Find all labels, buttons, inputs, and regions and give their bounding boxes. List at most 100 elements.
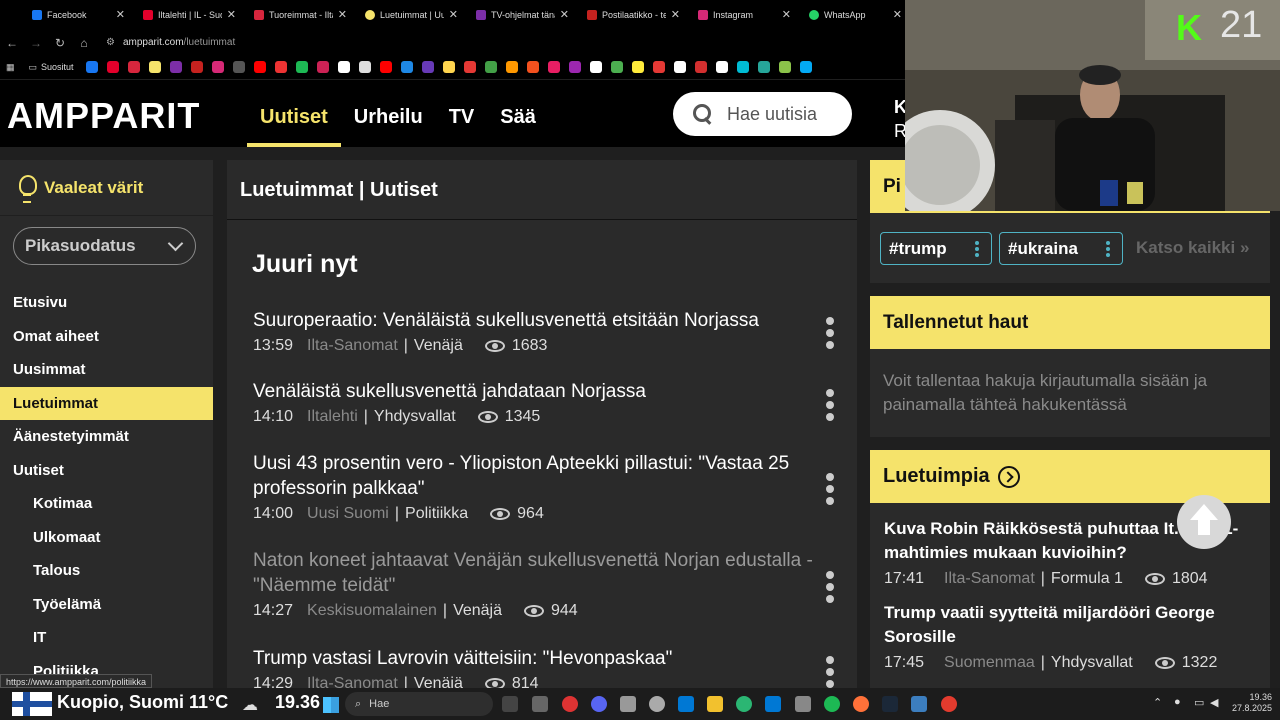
- home-icon[interactable]: ⌂: [72, 36, 96, 50]
- bookmark-icon[interactable]: [232, 61, 245, 73]
- tab-ilta-sanomat[interactable]: Tuoreimmat - Ilta ✕: [242, 0, 353, 30]
- app-icon[interactable]: [562, 696, 578, 712]
- bookmark-icon[interactable]: [337, 61, 350, 73]
- close-icon[interactable]: ✕: [338, 8, 347, 21]
- sidebar-item-uutiset[interactable]: Uutiset: [0, 454, 213, 488]
- article-source[interactable]: Uusi Suomi: [307, 505, 389, 523]
- article-category[interactable]: Politiikka: [405, 505, 468, 523]
- bookmark-icon[interactable]: [274, 61, 287, 73]
- close-icon[interactable]: ✕: [227, 8, 236, 21]
- bookmark-icon[interactable]: [715, 61, 728, 73]
- bookmark-icon[interactable]: [253, 61, 266, 73]
- tab-whatsapp[interactable]: WhatsApp ✕: [797, 0, 908, 30]
- tab-tv-ohjelmat[interactable]: TV-ohjelmat tänä ✕: [464, 0, 575, 30]
- system-clock[interactable]: 19.36 27.8.2025: [1226, 692, 1272, 714]
- forward-icon[interactable]: →: [24, 36, 48, 50]
- tag-trump[interactable]: #trump: [880, 232, 992, 265]
- search-input[interactable]: Hae uutisia: [673, 92, 852, 136]
- steam-icon[interactable]: [882, 696, 898, 712]
- article-title[interactable]: Venäläistä sukellusvenettä jahdataan Nor…: [253, 379, 813, 404]
- bookmark-icon[interactable]: [148, 61, 161, 73]
- bookmark-icon[interactable]: [757, 61, 770, 73]
- bookmark-icon[interactable]: [379, 61, 392, 73]
- firefox-icon[interactable]: [853, 696, 869, 712]
- nav-tv[interactable]: TV: [436, 80, 488, 147]
- more-options-icon[interactable]: [1106, 241, 1110, 259]
- bookmark-icon[interactable]: [547, 61, 560, 73]
- microphone-icon[interactable]: ●: [1174, 696, 1181, 708]
- bookmark-icon[interactable]: [505, 61, 518, 73]
- bookmark-icon[interactable]: [610, 61, 623, 73]
- bookmark-icon[interactable]: [421, 61, 434, 73]
- folder-icon[interactable]: ▭: [29, 62, 38, 73]
- discord-icon[interactable]: [591, 696, 607, 712]
- store-icon[interactable]: [765, 696, 781, 712]
- tab-instagram[interactable]: Instagram ✕: [686, 0, 797, 30]
- bookmark-icon[interactable]: [442, 61, 455, 73]
- edge-icon[interactable]: [736, 696, 752, 712]
- sidebar-item-talous[interactable]: Talous: [0, 554, 213, 588]
- site-info-icon[interactable]: ⚙: [106, 37, 115, 48]
- more-options-icon[interactable]: [826, 571, 836, 607]
- spotify-icon[interactable]: [824, 696, 840, 712]
- weather-widget[interactable]: Kuopio, Suomi 11°C: [57, 692, 228, 713]
- tag-ukraina[interactable]: #ukraina: [999, 232, 1123, 265]
- calculator-icon[interactable]: [620, 696, 636, 712]
- article-source[interactable]: Keskisuomalainen: [307, 602, 437, 620]
- close-icon[interactable]: ✕: [671, 8, 680, 21]
- article-source[interactable]: Ilta-Sanomat: [307, 337, 398, 355]
- bookmark-suositut[interactable]: Suositut: [41, 62, 74, 72]
- close-icon[interactable]: ✕: [560, 8, 569, 21]
- quick-filter-dropdown[interactable]: Pikasuodatus: [13, 227, 196, 265]
- bookmark-icon[interactable]: [484, 61, 497, 73]
- article-title[interactable]: Uusi 43 prosentin vero - Yliopiston Apte…: [253, 451, 813, 501]
- app-icon[interactable]: [532, 696, 548, 712]
- popular-item[interactable]: Trump vaatii syytteitä miljardööri Georg…: [884, 601, 1264, 672]
- file-explorer-icon[interactable]: [707, 696, 723, 712]
- more-options-icon[interactable]: [826, 317, 836, 353]
- bookmark-icon[interactable]: [463, 61, 476, 73]
- article-item[interactable]: Suuroperaatio: Venäläistä sukellusvenett…: [253, 308, 813, 355]
- sidebar-item-etusivu[interactable]: Etusivu: [0, 286, 213, 320]
- app-icon[interactable]: [911, 696, 927, 712]
- tab-ampparit[interactable]: Luetuimmat | Uut ✕: [353, 0, 464, 30]
- light-theme-toggle[interactable]: Vaaleat värit: [0, 160, 213, 216]
- tab-facebook[interactable]: Facebook ✕: [20, 0, 131, 30]
- nav-saa[interactable]: Sää: [487, 80, 549, 147]
- bookmark-icon[interactable]: [211, 61, 224, 73]
- chevron-up-icon[interactable]: ⌃: [1153, 696, 1162, 709]
- bookmark-icon[interactable]: [526, 61, 539, 73]
- bookmark-icon[interactable]: [736, 61, 749, 73]
- bookmark-icon[interactable]: [799, 61, 812, 73]
- article-source[interactable]: Iltalehti: [307, 408, 358, 426]
- article-title[interactable]: Naton koneet jahtaavat Venäjän sukellusv…: [253, 548, 813, 598]
- more-options-icon[interactable]: [826, 389, 836, 425]
- bookmark-icon[interactable]: [652, 61, 665, 73]
- bookmark-icon[interactable]: [568, 61, 581, 73]
- sidebar-item-tyoelama[interactable]: Työelämä: [0, 588, 213, 622]
- more-options-icon[interactable]: [826, 656, 836, 692]
- nav-uutiset[interactable]: Uutiset: [247, 80, 341, 147]
- nav-urheilu[interactable]: Urheilu: [341, 80, 436, 147]
- settings-icon[interactable]: [649, 696, 665, 712]
- article-item[interactable]: Uusi 43 prosentin vero - Yliopiston Apte…: [253, 451, 813, 523]
- sidebar-item-it[interactable]: IT: [0, 621, 213, 655]
- site-logo[interactable]: AMPPARIT: [7, 95, 200, 137]
- bookmark-icon[interactable]: [106, 61, 119, 73]
- reload-icon[interactable]: ↻: [48, 36, 72, 50]
- article-category[interactable]: Yhdysvallat: [374, 408, 456, 426]
- bookmark-icon[interactable]: [316, 61, 329, 73]
- scroll-to-top-button[interactable]: [1177, 495, 1231, 549]
- sidebar-item-ulkomaat[interactable]: Ulkomaat: [0, 521, 213, 555]
- article-item[interactable]: Trump vastasi Lavrovin väitteisiin: "Hev…: [253, 646, 813, 693]
- bookmark-icon[interactable]: [673, 61, 686, 73]
- article-title[interactable]: Suuroperaatio: Venäläistä sukellusvenett…: [253, 308, 813, 333]
- article-item[interactable]: Venäläistä sukellusvenettä jahdataan Nor…: [253, 379, 813, 426]
- bookmark-icon[interactable]: [694, 61, 707, 73]
- back-icon[interactable]: ←: [0, 36, 24, 50]
- bookmark-icon[interactable]: [295, 61, 308, 73]
- bookmark-icon[interactable]: [190, 61, 203, 73]
- widgets-icon[interactable]: [502, 696, 518, 712]
- bookmark-icon[interactable]: [631, 61, 644, 73]
- display-icon[interactable]: ▭: [1194, 696, 1204, 709]
